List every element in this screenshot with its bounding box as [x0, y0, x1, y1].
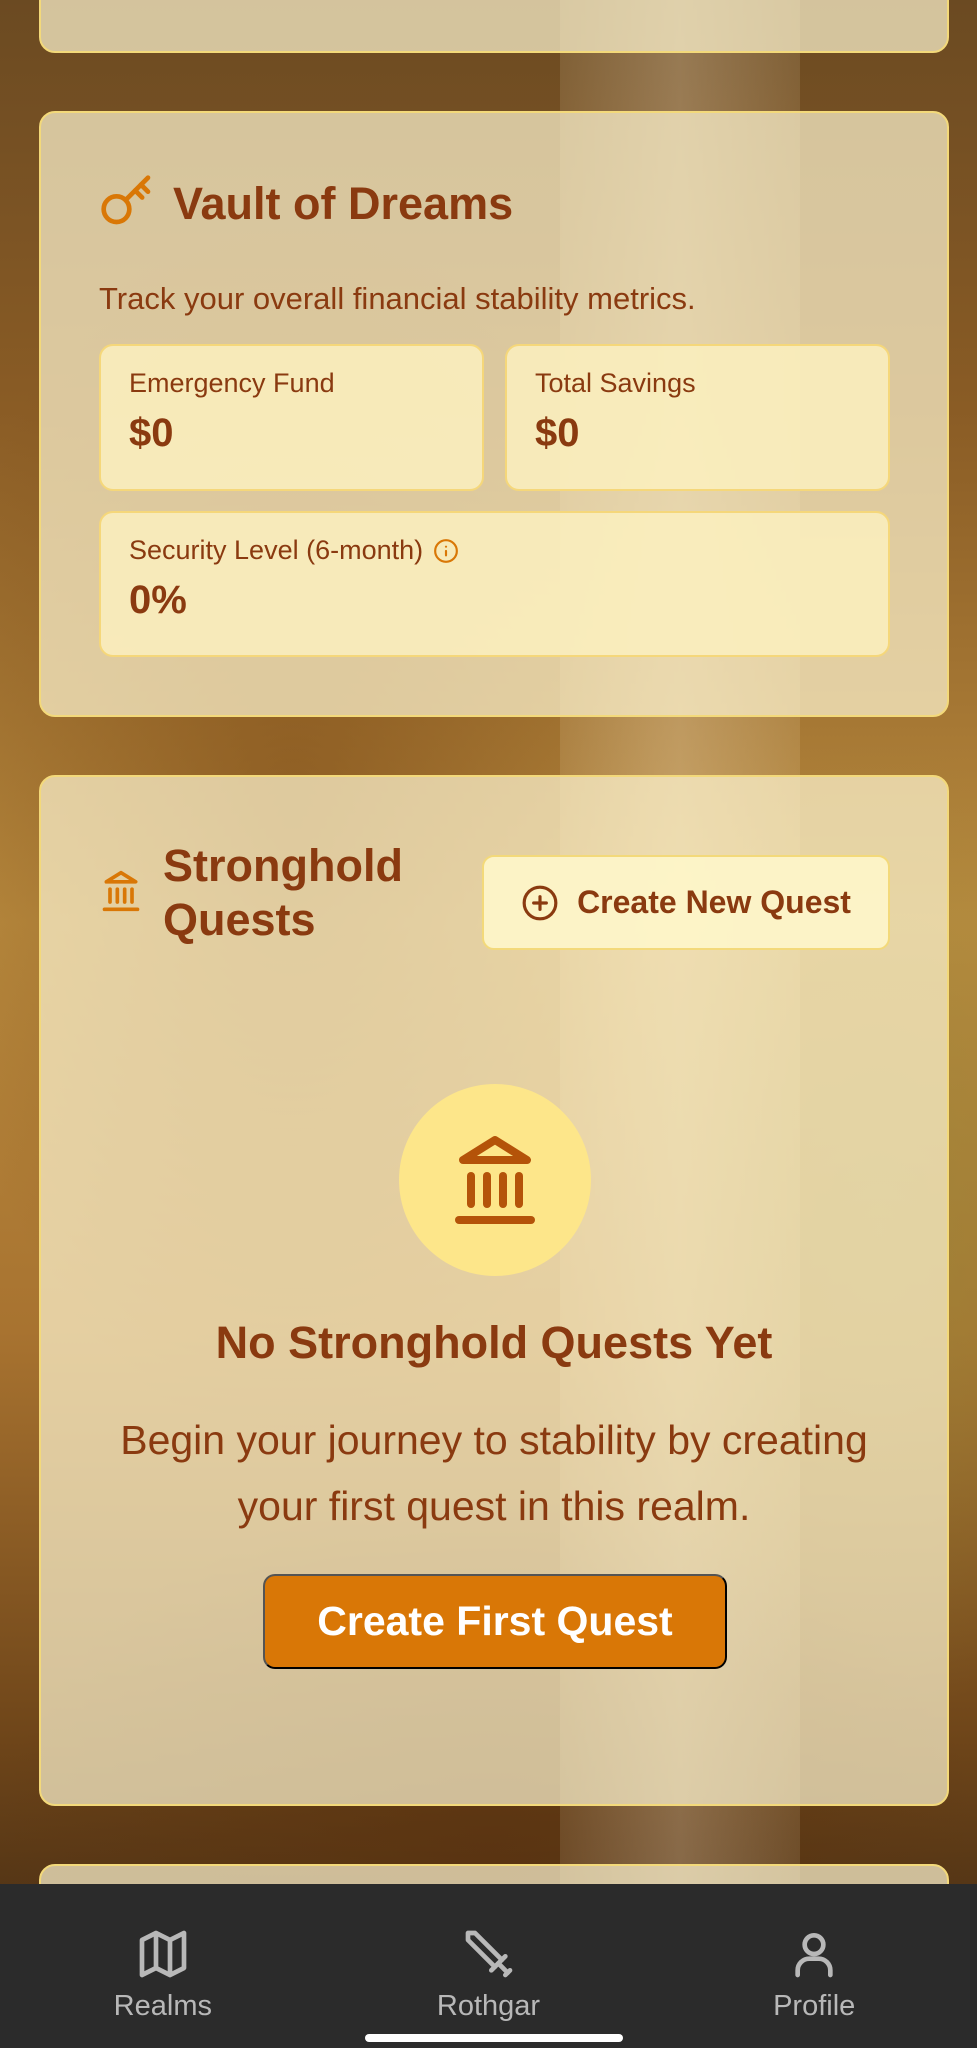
- quests-title: Stronghold Quests: [163, 840, 403, 945]
- security-level-stat: Security Level (6-month) 0%: [99, 511, 890, 657]
- stat-value: 0%: [129, 578, 187, 622]
- user-icon: [795, 1933, 833, 1978]
- create-new-quest-button[interactable]: Create New Quest: [482, 855, 890, 950]
- key-icon: [99, 173, 155, 234]
- empty-state-title: No Stronghold Quests Yet: [215, 1317, 773, 1368]
- empty-state-icon-circle: [399, 1084, 591, 1276]
- nav-label: Realms: [113, 1990, 212, 2022]
- empty-state-text: Begin your journey to stability by creat…: [120, 1417, 868, 1529]
- quests-card: Stronghold Quests Create New Quest No St…: [39, 775, 949, 1806]
- bank-icon: [99, 869, 143, 918]
- plus-circle-icon: [522, 885, 558, 920]
- emergency-fund-stat: Emergency Fund $0: [99, 344, 484, 491]
- map-icon: [139, 1930, 187, 1978]
- stat-label: Emergency Fund: [129, 368, 335, 398]
- nav-label: Rothgar: [436, 1990, 541, 2022]
- create-new-quest-label: Create New Quest: [577, 884, 851, 920]
- stat-label: Total Savings: [535, 368, 696, 398]
- quests-header: Stronghold Quests: [99, 839, 423, 947]
- vault-subtitle: Track your overall financial stability m…: [99, 281, 696, 316]
- nav-item-rothgar[interactable]: Rothgar: [326, 1884, 652, 2048]
- nav-item-profile[interactable]: Profile: [651, 1884, 977, 2048]
- stat-value: $0: [129, 411, 174, 455]
- create-first-quest-button[interactable]: Create First Quest: [263, 1574, 727, 1669]
- vault-title: Vault of Dreams: [173, 177, 514, 229]
- sword-icon: [465, 1930, 512, 1978]
- vault-card: Vault of Dreams Track your overall finan…: [39, 111, 949, 717]
- nav-label: Profile: [773, 1990, 856, 2022]
- stat-label-row: Security Level (6-month): [129, 535, 860, 566]
- stat-label: Security Level (6-month): [129, 535, 424, 565]
- bottom-nav: Realms Rothgar Profile: [0, 1884, 977, 2048]
- home-indicator[interactable]: [365, 2034, 623, 2042]
- vault-header: Vault of Dreams: [99, 173, 513, 234]
- stat-value: $0: [535, 411, 580, 455]
- info-icon[interactable]: [433, 538, 459, 564]
- nav-item-realms[interactable]: Realms: [0, 1884, 326, 2048]
- bank-icon: [455, 1136, 535, 1224]
- total-savings-stat: Total Savings $0: [505, 344, 890, 491]
- previous-card: [39, 0, 949, 53]
